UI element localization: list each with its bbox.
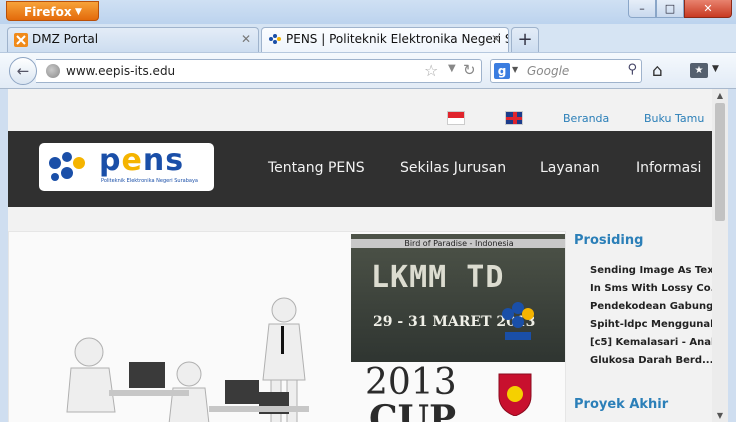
tab-pens[interactable]: PENS | Politeknik Elektronika Negeri S..… [261,27,509,52]
uk-flag-icon[interactable] [505,111,523,125]
new-tab-button[interactable]: + [511,27,539,52]
scroll-up-icon[interactable]: ▲ [712,91,728,100]
tab-close-icon[interactable]: ✕ [241,28,251,51]
maximize-button[interactable]: □ [656,0,684,18]
navigation-toolbar: www.eepis-its.edu ☆ ▼ ↻ ← g ▼ Google ⚲ ⌂… [0,52,736,88]
prosiding-list: Sending Image As Tex In Sms With Lossy C… [590,262,712,370]
poster-title: LKMM TD [371,260,505,295]
pens-logo-subtitle: Politeknik Elektronika Negeri Surabaya [101,178,198,184]
close-window-button[interactable]: ✕ [684,0,732,18]
tab-label: PENS | Politeknik Elektronika Negeri S..… [286,32,509,46]
google-icon[interactable]: g [494,63,510,79]
hero-banner[interactable]: Bird of Paradise - Indonesia LKMM TD 29 … [8,231,566,422]
scroll-down-icon[interactable]: ▼ [712,411,728,420]
bookmarks-dropdown-icon[interactable]: ▼ [712,64,719,74]
back-button[interactable]: ← [9,57,37,85]
minimize-button[interactable]: – [628,0,656,18]
event-poster: Bird of Paradise - Indonesia LKMM TD 29 … [351,234,565,362]
list-item[interactable]: In Sms With Lossy Co... [590,280,712,298]
menu-sekilas-jurusan[interactable]: Sekilas Jurusan [400,160,506,176]
tab-close-icon[interactable]: ✕ [491,28,501,51]
proyek-akhir-heading: Proyek Akhir [574,397,669,412]
url-dropdown-icon[interactable]: ▼ [448,63,456,74]
scroll-thumb[interactable] [715,103,725,221]
menu-layanan[interactable]: Layanan [540,160,600,176]
pens-logo[interactable]: pens Politeknik Elektronika Negeri Surab… [39,143,214,191]
page-content: Beranda Buku Tamu pens Politeknik Elektr… [0,88,736,422]
list-item[interactable]: Pendekodean Gabunga [590,298,712,316]
tab-strip: DMZ Portal ✕ PENS | Politeknik Elektroni… [0,24,736,52]
star-icon[interactable]: ☆ [424,61,438,80]
dmz-favicon-icon [14,33,28,47]
pens-logo-wordmark: pens [99,143,185,178]
pens-favicon-icon [269,34,281,44]
firefox-menu-label: Firefox [24,5,72,19]
banner-year: 2013 [365,362,457,403]
title-bar: Firefox ▼ – □ ✕ [0,0,736,24]
maximize-icon: □ [664,2,676,15]
pens-emblem-icon [502,302,534,340]
people-at-computers-illustration [66,297,309,422]
close-icon: ✕ [703,2,713,15]
tab-dmz-portal[interactable]: DMZ Portal ✕ [7,27,259,52]
plus-icon: + [517,29,533,50]
banner-cup: CUP [369,398,457,422]
search-icon[interactable]: ⚲ [627,62,637,77]
window-frame-right [728,89,736,422]
chevron-down-icon: ▼ [75,7,82,17]
pens-logo-mark-icon [49,152,85,181]
site-nav-bar: pens Politeknik Elektronika Negeri Surab… [8,131,712,207]
menu-informasi[interactable]: Informasi [636,160,701,176]
list-item[interactable]: Sending Image As Tex [590,262,712,280]
indonesia-flag-icon[interactable] [447,111,465,125]
list-item[interactable]: [c5] Kemalasari - Analis [590,334,712,352]
tab-label: DMZ Portal [32,32,99,46]
vertical-scrollbar[interactable]: ▲ ▼ [712,89,728,422]
search-engine-dropdown-icon[interactable]: ▼ [512,65,518,74]
back-icon: ← [16,62,30,80]
url-text[interactable]: www.eepis-its.edu [66,60,175,82]
firefox-menu-button[interactable]: Firefox ▼ [6,1,99,21]
window-frame-left [0,89,8,422]
buku-tamu-link[interactable]: Buku Tamu [644,112,704,125]
search-input[interactable]: Google [527,60,569,82]
bookmarks-icon[interactable]: ★ [690,63,708,78]
url-bar[interactable]: www.eepis-its.edu ☆ ▼ ↻ [36,59,482,83]
poster-top-caption: Bird of Paradise - Indonesia [351,239,565,248]
home-icon[interactable]: ⌂ [652,61,663,81]
beranda-link[interactable]: Beranda [563,112,609,125]
globe-icon [46,64,60,78]
menu-tentang-pens[interactable]: Tentang PENS [268,160,365,176]
minimize-icon: – [639,2,645,15]
reload-icon[interactable]: ↻ [463,61,476,79]
prosiding-heading: Prosiding [574,233,644,248]
list-item[interactable]: Spiht-ldpc Menggunak [590,316,712,334]
search-box[interactable]: g ▼ Google ⚲ [490,59,642,83]
list-item[interactable]: Glukosa Darah Berd... [590,352,712,370]
shield-emblem-icon [498,373,532,416]
